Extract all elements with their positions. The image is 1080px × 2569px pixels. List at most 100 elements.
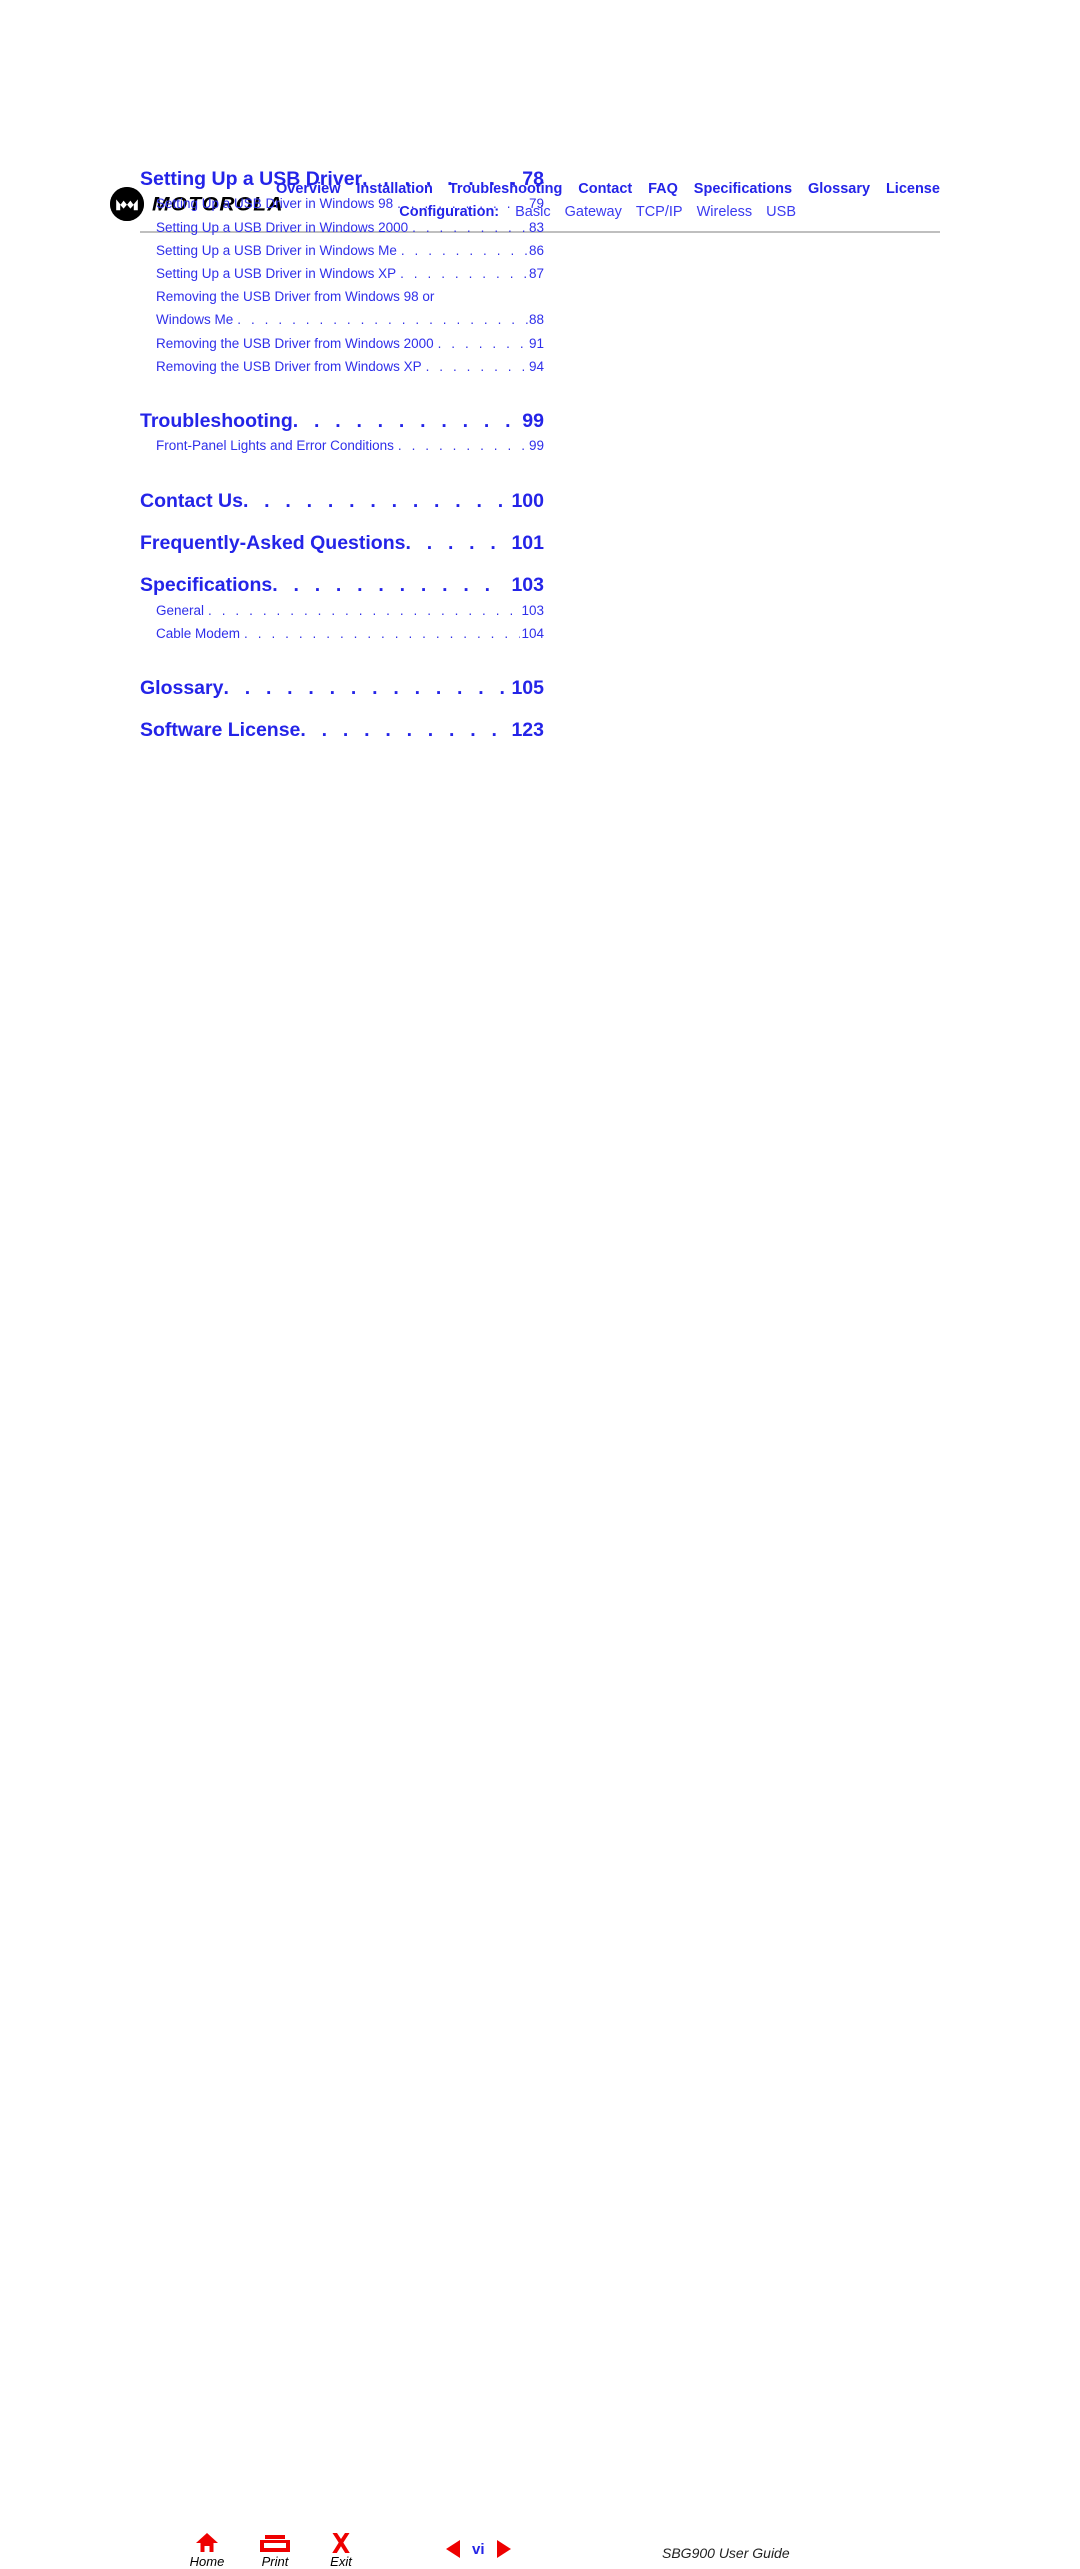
- toc-entry-title: Cable Modem: [156, 625, 241, 641]
- toc-heading-title: Glossary: [140, 676, 224, 699]
- toc-entry-title: Removing the USB Driver from Windows 200…: [156, 335, 434, 351]
- nav-item-contact[interactable]: Contact: [578, 180, 632, 198]
- leader-dots: . . . . . . . . . . . . . . . . . . . . …: [208, 602, 520, 618]
- toc-entry-page: 83: [528, 219, 544, 235]
- home-label: Home: [189, 2554, 225, 2569]
- toc-entry-remove-win2000[interactable]: Removing the USB Driver from Windows 200…: [156, 332, 544, 355]
- exit-label: Exit: [330, 2554, 352, 2569]
- leader-dots: . . . . . . . . . . . . . . . . . . . . …: [237, 312, 528, 328]
- toc-entry-page: 87: [528, 265, 544, 281]
- toc-entry-remove-win98-line1[interactable]: Removing the USB Driver from Windows 98 …: [156, 285, 544, 308]
- nav-item-license[interactable]: License: [886, 180, 940, 198]
- page-footer: Home Print Exit vi SBG900 User Guide: [0, 1262, 1080, 2568]
- toc-entry-win98[interactable]: Setting Up a USB Driver in Windows 98 . …: [156, 192, 544, 215]
- page-number: vi: [472, 2540, 485, 2558]
- toc-entry-cable-modem[interactable]: Cable Modem . . . . . . . . . . . . . . …: [156, 622, 544, 645]
- toc-heading-troubleshooting[interactable]: Troubleshooting . . . . . . . . . . . . …: [140, 408, 544, 434]
- leader-dots: . . . . . . . . . . . . . . . . . . . . …: [412, 219, 528, 235]
- toc-heading-page: 99: [522, 410, 544, 433]
- toc-entry-winme[interactable]: Setting Up a USB Driver in Windows Me . …: [156, 239, 544, 262]
- toc-heading-title: Software License: [140, 719, 301, 742]
- exit-button[interactable]: Exit: [310, 2530, 372, 2568]
- nav-item-usb[interactable]: USB: [766, 203, 796, 221]
- nav-item-glossary[interactable]: Glossary: [808, 180, 870, 198]
- nav-item-faq[interactable]: FAQ: [648, 180, 678, 198]
- home-button[interactable]: Home: [176, 2530, 238, 2568]
- toc-entry-title: Front-Panel Lights and Error Conditions: [156, 438, 394, 454]
- toc-entry-win2000[interactable]: Setting Up a USB Driver in Windows 2000 …: [156, 216, 544, 239]
- toc-heading-page: 100: [511, 489, 544, 512]
- toc-entry-remove-winxp[interactable]: Removing the USB Driver from Windows XP …: [156, 355, 544, 378]
- leader-dots: . . . . . . . . . . . . . . . . . . . . …: [437, 335, 528, 351]
- toc-entry-remove-win98-line2[interactable]: Windows Me . . . . . . . . . . . . . . .…: [156, 308, 544, 331]
- document-title: SBG900 User Guide: [662, 2545, 790, 2561]
- toc-heading-specifications[interactable]: Specifications . . . . . . . . . . . . .…: [140, 572, 544, 598]
- toc-heading-page: 103: [511, 574, 544, 597]
- toc-entry-page: 94: [528, 358, 544, 374]
- toc-entry-title: Setting Up a USB Driver in Windows 2000: [156, 219, 409, 235]
- toc-heading-title: Setting Up a USB Driver: [140, 168, 363, 190]
- toc-heading-setting-up-a-usb-driver[interactable]: Setting Up a USB Driver . . . . . . . . …: [140, 166, 544, 192]
- toc-entry-page: 91: [528, 335, 544, 351]
- toc-section: Frequently-Asked Questions . . . . . . .…: [140, 530, 544, 556]
- toc-entry-front-panel-lights[interactable]: Front-Panel Lights and Error Conditions …: [156, 434, 544, 457]
- leader-dots: . . . . . . . . . . . . . . . . . . . . …: [397, 196, 528, 212]
- leader-dots: . . . . . . . . . . . . . . . . . . . . …: [400, 242, 528, 258]
- print-button[interactable]: Print: [244, 2530, 306, 2568]
- toc-entry-title: Setting Up a USB Driver in Windows XP: [156, 265, 397, 281]
- toc-section: Specifications . . . . . . . . . . . . .…: [140, 572, 544, 645]
- toc-entry-general[interactable]: General . . . . . . . . . . . . . . . . …: [156, 599, 544, 622]
- printer-icon: [244, 2530, 306, 2554]
- toc-section: Setting Up a USB Driver . . . . . . . . …: [140, 166, 544, 378]
- toc-heading-title: Troubleshooting: [140, 410, 293, 433]
- triangle-right-icon[interactable]: [496, 2540, 511, 2558]
- toc-entry-page: 88: [528, 312, 544, 328]
- leader-dots: . . . . . . . . . . . . . . . . . . . . …: [300, 719, 506, 742]
- toc-section: Troubleshooting . . . . . . . . . . . . …: [140, 408, 544, 458]
- toc-heading-title: Frequently-Asked Questions: [140, 531, 406, 554]
- toc-entry-title: Setting Up a USB Driver in Windows Me: [156, 242, 397, 258]
- nav-item-gateway[interactable]: Gateway: [565, 203, 622, 221]
- nav-item-specifications[interactable]: Specifications: [694, 180, 792, 198]
- toc-heading-frequently-asked-questions[interactable]: Frequently-Asked Questions . . . . . . .…: [140, 530, 544, 556]
- print-label: Print: [261, 2554, 289, 2569]
- toc-section: Software License . . . . . . . . . . . .…: [140, 717, 544, 743]
- leader-dots: . . . . . . . . . . . . . . . . . . . . …: [223, 676, 506, 699]
- table-of-contents: Setting Up a USB Driver . . . . . . . . …: [140, 166, 544, 744]
- toc-entry-page: 79: [528, 196, 544, 212]
- toc-entry-title: Setting Up a USB Driver in Windows 98: [156, 196, 394, 212]
- home-icon: [176, 2530, 238, 2554]
- toc-heading-title: Contact Us: [140, 489, 243, 512]
- nav-item-tcpip[interactable]: TCP/IP: [636, 203, 683, 221]
- toc-entry-title: General: [156, 602, 205, 618]
- leader-dots: . . . . . . . . . . . . . . . . . . . . …: [397, 438, 528, 454]
- triangle-left-icon[interactable]: [446, 2540, 460, 2558]
- leader-dots: . . . . . . . . . . . . . . . . . . . . …: [242, 489, 507, 512]
- page-navigation: vi: [446, 2540, 511, 2558]
- toc-entry-title: Windows Me: [156, 312, 234, 328]
- toc-entry-page: 86: [528, 242, 544, 258]
- leader-dots: . . . . . . . . . . . . . . . . . . . . …: [425, 358, 528, 374]
- toc-entry-winxp[interactable]: Setting Up a USB Driver in Windows XP . …: [156, 262, 544, 285]
- toc-heading-contact-us[interactable]: Contact Us . . . . . . . . . . . . . . .…: [140, 488, 544, 514]
- toc-heading-page: 78: [522, 168, 544, 190]
- toc-entry-page: 104: [521, 625, 544, 641]
- toc-heading-page: 105: [511, 676, 544, 699]
- toc-heading-title: Specifications: [140, 574, 273, 597]
- leader-dots: . . . . . . . . . . . . . . . . . . . . …: [292, 410, 518, 433]
- toc-heading-page: 123: [511, 719, 544, 742]
- toc-heading-glossary[interactable]: Glossary . . . . . . . . . . . . . . . .…: [140, 675, 544, 701]
- toc-heading-software-license[interactable]: Software License . . . . . . . . . . . .…: [140, 717, 544, 743]
- leader-dots: . . . . . . . . . . . . . . . . . . . . …: [400, 265, 528, 281]
- toc-section: Glossary . . . . . . . . . . . . . . . .…: [140, 675, 544, 701]
- leader-dots: . . . . . . . . . . . . . . . . . . . . …: [244, 625, 520, 641]
- nav-item-wireless[interactable]: Wireless: [697, 203, 753, 221]
- toc-heading-page: 101: [511, 531, 544, 554]
- toc-entry-page: 99: [528, 438, 544, 454]
